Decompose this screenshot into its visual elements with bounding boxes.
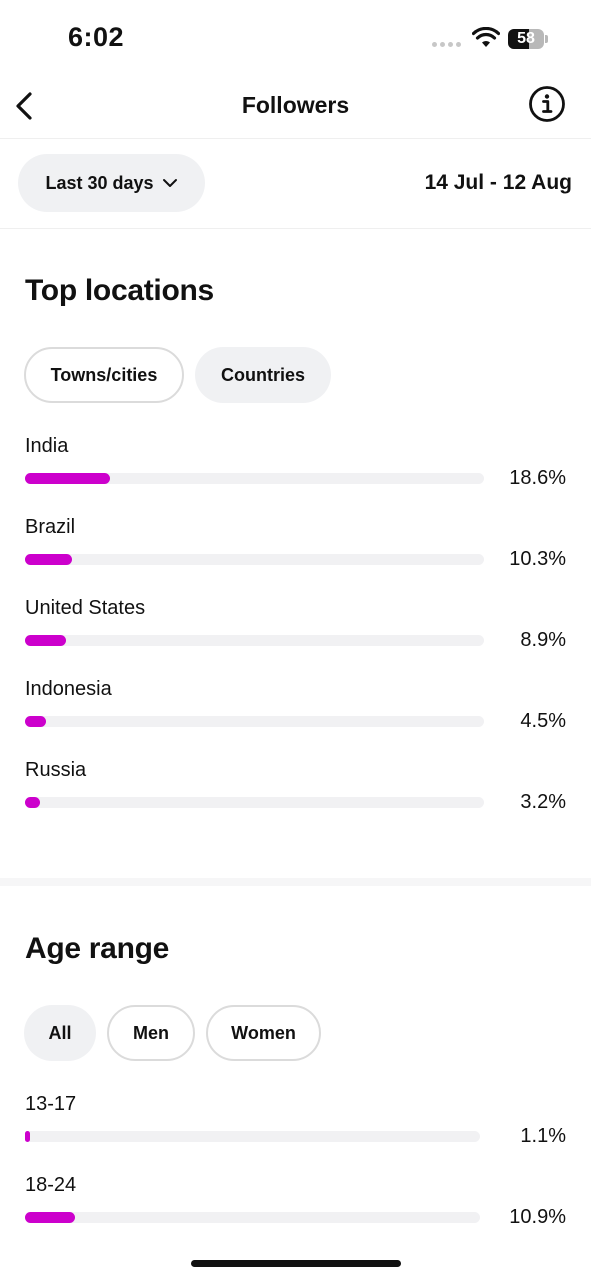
tab-men[interactable]: Men <box>107 1005 195 1061</box>
cellular-signal-icon <box>432 42 461 47</box>
date-range: 14 Jul - 12 Aug <box>424 171 572 194</box>
age-range-title: Age range <box>25 932 170 965</box>
location-bar <box>25 716 46 727</box>
age-label: 18-24 <box>25 1174 77 1196</box>
location-bar <box>25 554 73 565</box>
section-divider <box>0 878 591 886</box>
age-row: 13-17 1.1% <box>0 1093 591 1169</box>
location-label: Indonesia <box>25 678 112 700</box>
location-percent: 4.5% <box>520 710 566 732</box>
status-bar: 6:02 58 <box>0 0 591 80</box>
tab-all[interactable]: All <box>24 1005 96 1061</box>
location-row: Indonesia 4.5% <box>0 678 591 754</box>
location-row: Russia 3.2% <box>0 759 591 835</box>
age-percent: 10.9% <box>509 1206 566 1228</box>
age-bar <box>25 1212 75 1223</box>
page-title: Followers <box>241 92 350 118</box>
location-label: United States <box>25 597 146 619</box>
location-row: India 18.6% <box>0 435 591 511</box>
tab-towns-cities[interactable]: Towns/cities <box>24 347 184 403</box>
location-bar-track <box>25 797 484 808</box>
age-bar-track <box>25 1131 480 1142</box>
period-row: Last 30 days 14 Jul - 12 Aug <box>0 139 591 229</box>
age-bar-track <box>25 1212 480 1223</box>
location-label: Brazil <box>25 516 76 538</box>
location-percent: 3.2% <box>520 791 566 813</box>
top-locations-title: Top locations <box>25 274 214 307</box>
tab-women[interactable]: Women <box>206 1005 321 1061</box>
chevron-down-icon <box>162 179 177 187</box>
location-bar <box>25 797 40 808</box>
nav-bar: Followers <box>0 80 591 139</box>
location-row: Brazil 10.3% <box>0 516 591 592</box>
location-bar <box>25 635 66 646</box>
age-row: 18-24 10.9% <box>0 1174 591 1250</box>
wifi-icon <box>472 27 500 47</box>
info-icon[interactable] <box>528 85 566 123</box>
location-percent: 10.3% <box>509 548 566 570</box>
battery-icon: 58 <box>508 29 544 49</box>
location-bar-track <box>25 473 484 484</box>
location-label: India <box>25 435 69 457</box>
location-percent: 18.6% <box>509 467 566 489</box>
period-dropdown[interactable]: Last 30 days <box>18 154 205 212</box>
status-time: 6:02 <box>68 22 125 52</box>
age-label: 13-17 <box>25 1093 77 1115</box>
location-bar-track <box>25 554 484 565</box>
location-percent: 8.9% <box>520 629 566 651</box>
location-row: United States 8.9% <box>0 597 591 673</box>
location-bar <box>25 473 111 484</box>
age-percent: 1.1% <box>520 1125 566 1147</box>
battery-tip <box>545 35 548 43</box>
location-bar-track <box>25 635 484 646</box>
tab-countries[interactable]: Countries <box>195 347 331 403</box>
location-bar-track <box>25 716 484 727</box>
home-indicator <box>191 1260 401 1267</box>
period-label: Last 30 days <box>45 172 154 193</box>
battery-level: 58 <box>517 30 535 47</box>
location-label: Russia <box>25 759 87 781</box>
age-bar <box>25 1131 30 1142</box>
